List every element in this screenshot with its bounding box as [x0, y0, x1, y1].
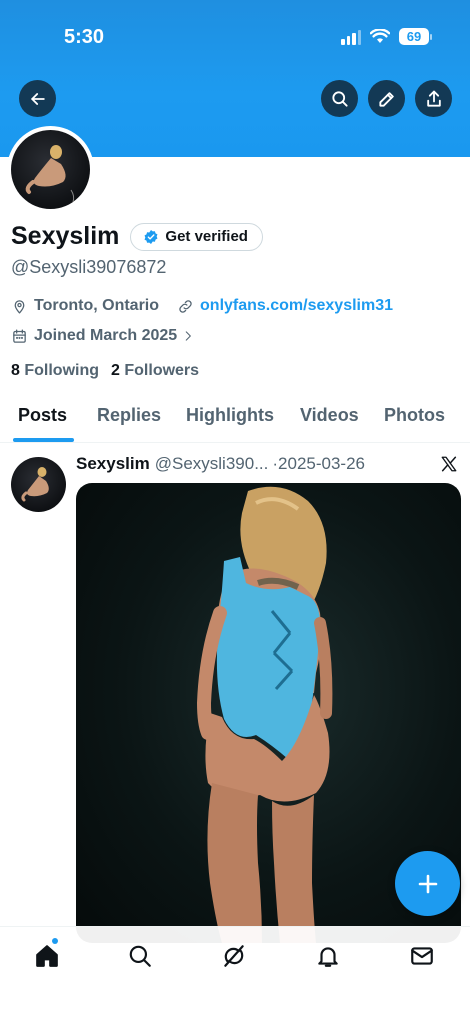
battery-icon: 69 [399, 28, 432, 45]
tab-replies[interactable]: Replies [97, 405, 161, 426]
profile-joined-date[interactable]: Joined March 2025 [34, 327, 177, 345]
status-icons: 69 [341, 28, 432, 45]
post-avatar[interactable] [11, 457, 66, 512]
share-icon [426, 90, 441, 107]
following-link[interactable]: 8 Following [11, 362, 99, 380]
arrow-left-icon [30, 92, 45, 105]
bottom-navigation [0, 926, 470, 1024]
following-label: Following [24, 362, 100, 379]
status-time: 5:30 [64, 26, 105, 48]
search-icon [129, 945, 151, 967]
nav-messages[interactable] [407, 941, 437, 971]
post-author-handle[interactable]: @Sexysli390... [155, 454, 269, 474]
profile-handle: @Sexysli39076872 [11, 257, 167, 277]
following-count: 8 [11, 362, 20, 379]
profile-display-name: Sexyslim [11, 222, 120, 250]
profile-avatar[interactable] [7, 126, 94, 213]
get-verified-label: Get verified [165, 228, 248, 245]
nav-grok[interactable] [219, 941, 249, 971]
calendar-icon [13, 328, 26, 343]
get-verified-button[interactable]: Get verified [130, 222, 263, 251]
wifi-icon [370, 29, 390, 43]
post-header: Sexyslim @Sexysli390... ·2025-03-26 [76, 454, 365, 474]
profile-location: Toronto, Ontario [34, 297, 160, 314]
home-notification-dot [52, 938, 58, 944]
share-button[interactable] [415, 80, 452, 117]
grok-icon [224, 945, 244, 967]
pencil-icon [378, 91, 394, 107]
tab-posts[interactable]: Posts [18, 405, 67, 426]
nav-notifications[interactable] [313, 941, 343, 971]
home-icon [36, 945, 58, 967]
location-pin-icon [14, 299, 25, 314]
followers-label: Followers [124, 362, 200, 379]
battery-level: 69 [399, 28, 429, 45]
x-logo-icon [441, 456, 457, 472]
followers-link[interactable]: 2 Followers [111, 362, 199, 380]
edit-button[interactable] [368, 80, 405, 117]
search-icon [331, 90, 348, 107]
profile-tabs: Posts Replies Highlights Videos Photos [0, 400, 470, 442]
post-author-name[interactable]: Sexyslim [76, 454, 150, 474]
post-date[interactable]: ·2025-03-26 [272, 454, 365, 474]
bell-icon [318, 947, 338, 967]
plus-icon [418, 874, 437, 893]
nav-search[interactable] [125, 941, 155, 971]
chevron-right-icon[interactable] [181, 329, 195, 343]
search-button[interactable] [321, 80, 358, 117]
compose-post-button[interactable] [395, 851, 460, 916]
tab-photos[interactable]: Photos [384, 405, 445, 426]
followers-count: 2 [111, 362, 120, 379]
back-button[interactable] [19, 80, 56, 117]
profile-website-link[interactable]: onlyfans.com/sexyslim31 [200, 297, 393, 315]
nav-home[interactable] [32, 941, 62, 971]
tab-highlights[interactable]: Highlights [186, 405, 274, 426]
envelope-icon [411, 947, 433, 965]
link-icon [179, 299, 192, 313]
verified-badge-icon [144, 229, 158, 244]
tab-videos[interactable]: Videos [300, 405, 359, 426]
signal-icon [341, 29, 361, 45]
tabs-divider [0, 442, 470, 443]
